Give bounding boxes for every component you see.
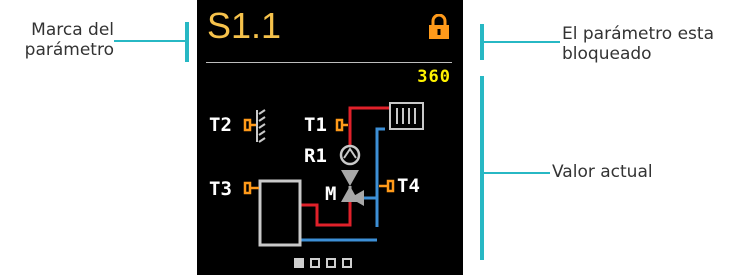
t1-marker bbox=[335, 118, 344, 132]
current-value-bracket bbox=[480, 76, 484, 260]
sensor-label-m: M bbox=[325, 183, 337, 205]
page-dot-1 bbox=[294, 258, 304, 268]
current-value-callout-line1: Valor actual bbox=[552, 162, 653, 182]
mixing-valve-icon bbox=[341, 170, 364, 206]
heat-source-icon bbox=[256, 109, 266, 143]
locked-bracket bbox=[480, 24, 484, 60]
param-mark-callout: Marca del parámetro bbox=[8, 20, 114, 60]
sensor-label-r1: R1 bbox=[304, 145, 327, 167]
param-mark-callout-line2: parámetro bbox=[24, 40, 114, 60]
page-dot-2 bbox=[310, 258, 320, 268]
sensor-label-t1: T1 bbox=[304, 114, 327, 136]
page-indicator bbox=[294, 258, 352, 268]
pump-icon bbox=[339, 144, 361, 166]
locked-callout-line1: El parámetro esta bbox=[562, 24, 714, 44]
controller-screen: S1.1 360 T2 T1 R1 M T3 T4 bbox=[197, 0, 463, 275]
param-mark-pointer-line bbox=[114, 40, 186, 42]
param-mark-callout-line1: Marca del bbox=[31, 20, 114, 40]
sensor-label-t4: T4 bbox=[397, 175, 420, 197]
storage-tank-icon bbox=[258, 179, 302, 247]
locked-callout: El parámetro esta bloqueado bbox=[562, 24, 738, 64]
page-dot-4 bbox=[342, 258, 352, 268]
sensor-label-t2: T2 bbox=[209, 114, 232, 136]
sensor-label-t3: T3 bbox=[209, 178, 232, 200]
current-value-pointer-line bbox=[482, 172, 550, 174]
t3-marker bbox=[243, 181, 252, 195]
hydraulic-scheme bbox=[243, 102, 424, 247]
locked-pointer-line bbox=[482, 41, 560, 43]
locked-callout-line2: bloqueado bbox=[562, 44, 652, 64]
t2-marker bbox=[243, 118, 252, 132]
page-dot-3 bbox=[326, 258, 336, 268]
current-value-callout: Valor actual bbox=[552, 162, 712, 182]
param-mark-bracket bbox=[185, 22, 189, 62]
radiator-icon bbox=[389, 102, 424, 130]
t4-marker bbox=[386, 179, 395, 193]
